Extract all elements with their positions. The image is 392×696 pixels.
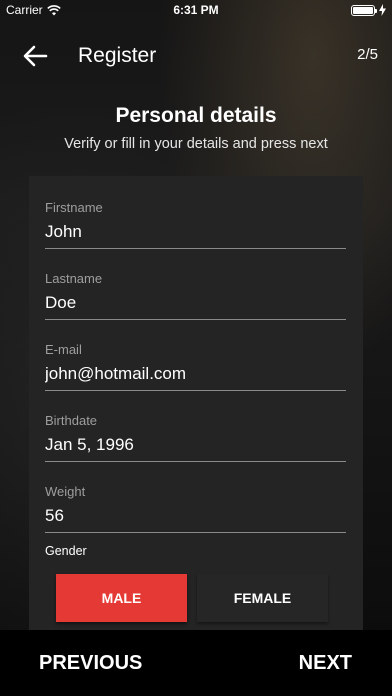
carrier-label: Carrier <box>6 3 43 17</box>
battery-icon <box>351 4 377 16</box>
email-label: E-mail <box>45 342 82 357</box>
lastname-label: Lastname <box>45 271 103 286</box>
gender-male-button[interactable]: MALE <box>56 574 187 622</box>
gender-female-button[interactable]: FEMALE <box>197 574 328 622</box>
back-button[interactable] <box>22 44 48 68</box>
firstname-input[interactable] <box>45 220 346 244</box>
page-title: Register <box>78 44 157 67</box>
status-left: Carrier <box>6 3 136 17</box>
firstname-label: Firstname <box>45 200 103 215</box>
personal-details-form: Firstname Lastname E-mail Birthdate Weig… <box>29 176 363 630</box>
weight-input[interactable] <box>45 504 346 528</box>
step-indicator: 2/5 <box>357 46 378 63</box>
lastname-input[interactable] <box>45 291 346 315</box>
birthdate-field: Birthdate <box>45 389 346 462</box>
charging-icon <box>379 4 386 16</box>
back-arrow-icon <box>23 45 48 67</box>
lastname-field: Lastname <box>45 247 346 320</box>
status-time: 6:31 PM <box>173 3 219 17</box>
previous-button[interactable]: PREVIOUS <box>39 652 142 675</box>
section-subtitle: Verify or fill in your details and press… <box>64 136 328 152</box>
email-field: E-mail <box>45 318 346 391</box>
weight-field: Weight <box>45 460 346 533</box>
weight-underline <box>45 532 346 533</box>
gender-label: Gender <box>45 544 87 558</box>
bottom-nav-bar: PREVIOUS NEXT <box>0 630 392 696</box>
status-right <box>256 4 386 16</box>
wifi-icon <box>46 4 61 15</box>
app-header: Register 2/5 <box>0 36 392 76</box>
weight-label: Weight <box>45 484 86 499</box>
section-title: Personal details <box>115 104 277 127</box>
email-input[interactable] <box>45 362 346 386</box>
birthdate-label: Birthdate <box>45 413 98 428</box>
firstname-field: Firstname <box>45 176 346 249</box>
status-bar: Carrier 6:31 PM <box>0 0 392 20</box>
next-button[interactable]: NEXT <box>299 652 352 675</box>
birthdate-input[interactable] <box>45 433 346 457</box>
